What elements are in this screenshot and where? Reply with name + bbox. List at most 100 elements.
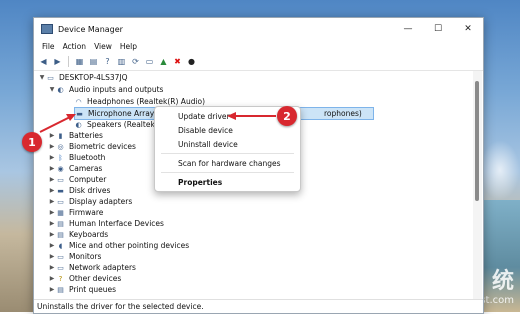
menu-action[interactable]: Action <box>59 42 91 51</box>
category-biometric[interactable]: ▶ ◎ Biometric devices <box>48 141 136 152</box>
category-label: Computer <box>69 175 107 184</box>
computer-icon: ▭ <box>57 175 64 184</box>
chevron-right-icon[interactable]: ▶ <box>48 209 56 216</box>
menu-item-properties[interactable]: Properties <box>155 176 300 189</box>
tree-root[interactable]: ▼ ▭ DESKTOP-4LS37JQ <box>38 72 128 83</box>
chevron-right-icon[interactable]: ▶ <box>48 165 56 172</box>
chevron-right-icon[interactable]: ▶ <box>48 286 56 293</box>
chevron-right-icon[interactable]: ▶ <box>48 143 56 150</box>
category-display-adapters[interactable]: ▶ ▭ Display adapters <box>48 196 133 207</box>
camera-icon: ◉ <box>57 164 64 173</box>
annotation-badge-2: 2 <box>277 106 297 126</box>
category-computer[interactable]: ▶ ▭ Computer <box>48 174 107 185</box>
display-adapter-icon: ▭ <box>57 197 64 206</box>
device-manager-icon <box>41 24 53 34</box>
mouse-icon: ◖ <box>58 241 63 250</box>
bluetooth-icon: ᛒ <box>58 153 63 162</box>
chevron-right-icon[interactable]: ▶ <box>48 253 56 260</box>
properties-icon[interactable]: ▤ <box>88 56 99 67</box>
chevron-right-icon[interactable]: ▶ <box>48 242 56 249</box>
menu-item-uninstall-device[interactable]: Uninstall device <box>155 138 300 151</box>
title-bar[interactable]: Device Manager — ☐ ✕ <box>34 18 483 40</box>
category-bluetooth[interactable]: ▶ ᛒ Bluetooth <box>48 152 106 163</box>
speaker-icon: ◐ <box>57 85 64 94</box>
category-print-queues[interactable]: ▶ ▤ Print queues <box>48 284 116 295</box>
category-network-adapters[interactable]: ▶ ▭ Network adapters <box>48 262 136 273</box>
menu-file[interactable]: File <box>38 42 59 51</box>
show-hide-tree-icon[interactable]: ▦ <box>74 56 85 67</box>
category-label: Monitors <box>69 252 102 261</box>
category-label: Human Interface Devices <box>69 219 164 228</box>
help-icon[interactable]: ? <box>102 56 113 67</box>
action-pane-icon[interactable]: ▥ <box>116 56 127 67</box>
scan-hardware-icon[interactable]: ⟳ <box>130 56 141 67</box>
monitor-icon[interactable]: ▭ <box>144 56 155 67</box>
status-text: Uninstalls the driver for the selected d… <box>37 302 204 311</box>
uninstall-icon[interactable]: ✖ <box>172 56 183 67</box>
category-hid[interactable]: ▶ ▤ Human Interface Devices <box>48 218 164 229</box>
category-label: Batteries <box>69 131 103 140</box>
category-batteries[interactable]: ▶ ▮ Batteries <box>48 130 103 141</box>
monitor-icon: ▭ <box>57 252 64 261</box>
category-label: Cameras <box>69 164 103 173</box>
group-audio[interactable]: ▼ ◐ Audio inputs and outputs <box>48 84 164 95</box>
category-cameras[interactable]: ▶ ◉ Cameras <box>48 163 103 174</box>
category-label: Disk drives <box>69 186 111 195</box>
category-mice[interactable]: ▶ ◖ Mice and other pointing devices <box>48 240 190 251</box>
computer-icon: ▭ <box>47 73 54 82</box>
category-label: Biometric devices <box>69 142 136 151</box>
status-bar: Uninstalls the driver for the selected d… <box>34 299 483 313</box>
menu-help[interactable]: Help <box>116 42 141 51</box>
menu-item-scan-hardware[interactable]: Scan for hardware changes <box>155 157 300 170</box>
network-icon: ▭ <box>57 263 64 272</box>
category-label: Display adapters <box>69 197 133 206</box>
category-label: Other devices <box>69 274 122 283</box>
chevron-right-icon[interactable]: ▶ <box>48 231 56 238</box>
scrollbar-thumb[interactable] <box>475 81 479 201</box>
menu-separator <box>161 153 294 154</box>
window-title: Device Manager <box>58 24 123 34</box>
category-monitors[interactable]: ▶ ▭ Monitors <box>48 251 102 262</box>
device-headphones-label: Headphones (Realtek(R) Audio) <box>87 97 206 106</box>
close-button[interactable]: ✕ <box>453 18 483 40</box>
chevron-right-icon[interactable]: ▶ <box>48 220 56 227</box>
category-keyboards[interactable]: ▶ ▤ Keyboards <box>48 229 108 240</box>
update-driver-icon[interactable]: ▲ <box>158 56 169 67</box>
root-label: DESKTOP-4LS37JQ <box>59 73 128 82</box>
toolbar: ◀ ▶ ▦ ▤ ? ▥ ⟳ ▭ ▲ ✖ ● <box>34 53 483 71</box>
chevron-right-icon[interactable]: ▶ <box>48 198 56 205</box>
firmware-icon: ▦ <box>57 208 64 217</box>
chevron-down-icon[interactable]: ▼ <box>48 86 56 93</box>
disk-drive-icon: ▬ <box>57 186 64 195</box>
category-firmware[interactable]: ▶ ▦ Firmware <box>48 207 104 218</box>
maximize-button[interactable]: ☐ <box>423 18 453 40</box>
chevron-right-icon[interactable]: ▶ <box>48 275 56 282</box>
device-microphone-label-tail: rophones) <box>324 109 362 118</box>
vertical-scrollbar[interactable] <box>473 71 482 299</box>
fingerprint-icon: ◎ <box>57 142 64 151</box>
category-other-devices[interactable]: ▶? Other devices <box>48 273 122 284</box>
disable-device-icon[interactable]: ● <box>186 56 197 67</box>
category-label: Mice and other pointing devices <box>69 241 190 250</box>
minimize-button[interactable]: — <box>393 18 423 40</box>
keyboard-icon: ▤ <box>57 230 64 239</box>
annotation-badge-1: 1 <box>22 132 42 152</box>
chevron-right-icon[interactable]: ▶ <box>48 264 56 271</box>
battery-icon: ▮ <box>58 131 63 140</box>
category-label: Keyboards <box>69 230 109 239</box>
hid-icon: ▤ <box>57 219 64 228</box>
chevron-right-icon[interactable]: ▶ <box>48 154 56 161</box>
category-disk-drives[interactable]: ▶ ▬ Disk drives <box>48 185 111 196</box>
speaker-icon: ◐ <box>75 120 82 129</box>
printer-icon: ▤ <box>57 285 64 294</box>
chevron-right-icon[interactable]: ▶ <box>48 187 56 194</box>
menu-view[interactable]: View <box>90 42 116 51</box>
menu-item-disable-device[interactable]: Disable device <box>155 124 300 137</box>
chevron-down-icon[interactable]: ▼ <box>38 74 46 81</box>
chevron-right-icon[interactable]: ▶ <box>48 176 56 183</box>
back-icon[interactable]: ◀ <box>38 56 49 67</box>
microphone-icon: ▬ <box>76 109 83 118</box>
chevron-right-icon[interactable]: ▶ <box>48 132 56 139</box>
wallpaper-clouds <box>480 140 520 200</box>
forward-icon[interactable]: ▶ <box>52 56 63 67</box>
